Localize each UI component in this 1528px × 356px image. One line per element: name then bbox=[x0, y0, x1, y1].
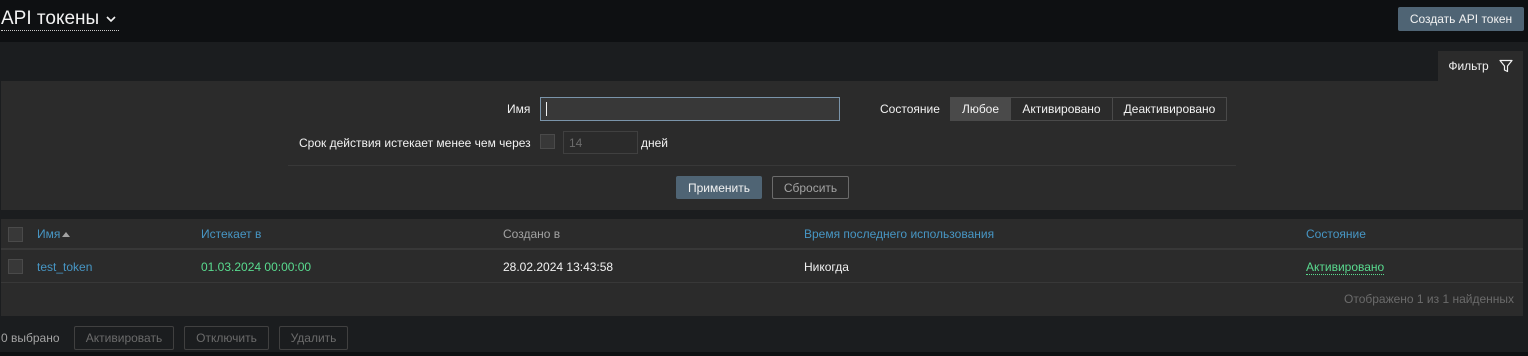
table-row: test_token 01.03.2024 00:00:00 28.02.202… bbox=[1, 252, 1523, 283]
create-api-token-button[interactable]: Создать API токен bbox=[1398, 7, 1524, 31]
status-option-enabled[interactable]: Активировано bbox=[1011, 98, 1113, 120]
column-last-used-header[interactable]: Время последнего использования bbox=[804, 219, 994, 250]
token-name-link[interactable]: test_token bbox=[37, 252, 92, 283]
filter-divider bbox=[288, 165, 1236, 166]
token-last-used: Никогда bbox=[804, 260, 849, 274]
funnel-icon bbox=[1499, 59, 1513, 73]
column-name-header[interactable]: Имя bbox=[37, 219, 71, 250]
text-cursor bbox=[546, 102, 547, 116]
column-name-label: Имя bbox=[37, 227, 61, 241]
filter-status-label: Состояние bbox=[880, 102, 940, 116]
expires-days-input[interactable] bbox=[563, 131, 638, 154]
mass-disable-button[interactable]: Отключить bbox=[184, 326, 269, 350]
table-header: Имя Истекает в Создано в Время последнег… bbox=[1, 219, 1523, 250]
token-status-toggle[interactable]: Активировано bbox=[1306, 252, 1385, 283]
status-option-any[interactable]: Любое bbox=[951, 98, 1011, 120]
tokens-table: Имя Истекает в Создано в Время последнег… bbox=[1, 219, 1523, 316]
mass-enable-button[interactable]: Активировать bbox=[74, 326, 174, 350]
status-option-disabled[interactable]: Деактивировано bbox=[1113, 98, 1226, 120]
status-segmented-control: Любое Активировано Деактивировано bbox=[950, 97, 1227, 121]
filter-tab[interactable]: Фильтр bbox=[1438, 51, 1523, 81]
chevron-down-icon bbox=[106, 16, 116, 23]
column-created-header: Создано в bbox=[503, 227, 561, 241]
apply-button[interactable]: Применить bbox=[676, 176, 762, 199]
token-expires-at: 01.03.2024 00:00:00 bbox=[201, 260, 312, 274]
page-header: API токены Создать API токен bbox=[0, 0, 1528, 42]
sort-asc-icon bbox=[62, 232, 71, 238]
filter-tab-label: Фильтр bbox=[1448, 59, 1489, 73]
row-checkbox[interactable] bbox=[8, 259, 23, 274]
filter-expires-label: Срок действия истекает менее чем через bbox=[299, 136, 531, 150]
page-title-text: API токены bbox=[1, 8, 100, 29]
page-title-dropdown[interactable]: API токены bbox=[1, 8, 120, 31]
expires-checkbox[interactable] bbox=[540, 134, 555, 149]
column-expires-header[interactable]: Истекает в bbox=[201, 219, 261, 250]
select-all-checkbox[interactable] bbox=[8, 227, 23, 242]
token-status-label: Активировано bbox=[1306, 260, 1385, 275]
reset-button[interactable]: Сбросить bbox=[772, 176, 849, 199]
token-created-at: 28.02.2024 13:43:58 bbox=[503, 260, 614, 274]
filter-name-input[interactable] bbox=[540, 97, 840, 121]
column-status-header[interactable]: Состояние bbox=[1306, 219, 1366, 250]
table-footer-count: Отображено 1 из 1 найденных bbox=[1344, 292, 1515, 306]
expires-days-unit: дней bbox=[641, 136, 669, 150]
filter-name-label: Имя bbox=[507, 102, 531, 116]
mass-delete-button[interactable]: Удалить bbox=[279, 326, 348, 350]
selected-count: 0 выбрано bbox=[1, 331, 60, 345]
